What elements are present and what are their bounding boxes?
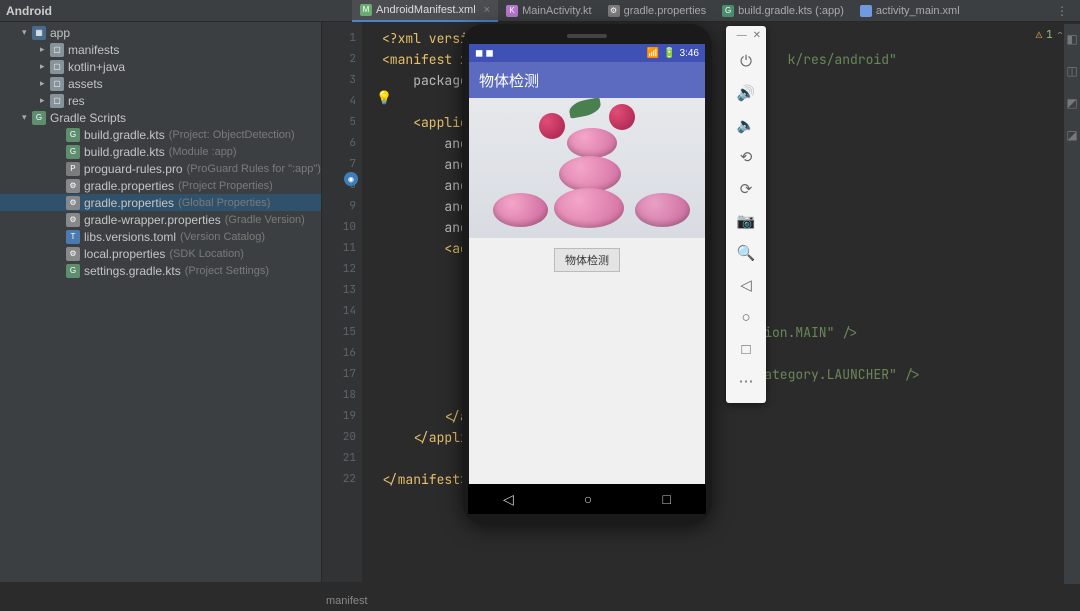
editor-tab[interactable]: Gbuild.gradle.kts (:app) xyxy=(714,0,852,22)
file-icon: ⚙ xyxy=(66,196,80,210)
project-tree: ▾▦ app ▸▢ manifests ▸▢ kotlin+java ▸▢ as… xyxy=(0,22,322,582)
close-tab-icon[interactable]: × xyxy=(484,4,490,16)
right-tool-stripe: ◧ ◫ ◩ ◪ xyxy=(1064,24,1080,584)
zoom-icon[interactable]: 🔍 xyxy=(726,237,766,269)
home-icon[interactable]: ○ xyxy=(726,301,766,333)
file-icon: ⚙ xyxy=(66,213,80,227)
tree-file[interactable]: Tlibs.versions.toml(Version Catalog) xyxy=(0,228,321,245)
file-icon: ⚙ xyxy=(66,179,80,193)
camera-icon[interactable]: 📷 xyxy=(726,205,766,237)
app-title: 物体检测 xyxy=(479,70,539,91)
tree-kotlinjava[interactable]: ▸▢ kotlin+java xyxy=(0,58,321,75)
chevron-up-icon[interactable]: ⌃ xyxy=(1057,28,1064,42)
volume-up-icon[interactable]: 🔊 xyxy=(726,77,766,109)
tree-gradle-scripts[interactable]: ▾G Gradle Scripts xyxy=(0,109,321,126)
minimize-icon[interactable]: — xyxy=(737,30,747,41)
tool-icon[interactable]: ◫ xyxy=(1066,64,1077,78)
file-icon: G xyxy=(66,264,80,278)
tree-res[interactable]: ▸▢ res xyxy=(0,92,321,109)
file-icon: G xyxy=(66,128,80,142)
tree-file[interactable]: Gsettings.gradle.kts(Project Settings) xyxy=(0,262,321,279)
tree-file[interactable]: ⚙gradle.properties(Project Properties) xyxy=(0,177,321,194)
rotate-right-icon[interactable]: ⟳ xyxy=(726,173,766,205)
warning-icon[interactable]: ⚠ xyxy=(1036,28,1043,42)
breadcrumb[interactable]: manifest xyxy=(326,595,368,607)
tree-file[interactable]: ⚙gradle-wrapper.properties(Gradle Versio… xyxy=(0,211,321,228)
tool-icon[interactable]: ◩ xyxy=(1066,96,1077,110)
nav-overview-icon[interactable]: □ xyxy=(662,491,670,507)
status-time: 3:46 xyxy=(680,48,699,59)
tree-file[interactable]: Gbuild.gradle.kts(Project: ObjectDetecti… xyxy=(0,126,321,143)
warning-count: 1 xyxy=(1046,28,1053,42)
file-icon: M xyxy=(360,4,372,16)
file-icon xyxy=(860,5,872,17)
more-menu-icon[interactable]: ⋮ xyxy=(1050,4,1074,18)
editor-tab[interactable]: activity_main.xml xyxy=(852,0,968,22)
bulb-icon[interactable]: 💡 xyxy=(376,89,392,106)
emulator-screen[interactable]: ◼◼ 📶 🔋 3:46 物体检测 物体检测 xyxy=(469,44,705,484)
file-icon: T xyxy=(66,230,80,244)
tree-manifests[interactable]: ▸▢ manifests xyxy=(0,41,321,58)
power-icon[interactable]: ⏻ xyxy=(726,45,766,77)
file-icon: ⚙ xyxy=(66,247,80,261)
file-icon: G xyxy=(66,145,80,159)
file-icon: ⚙ xyxy=(608,5,620,17)
back-icon[interactable]: ◁ xyxy=(726,269,766,301)
editor-tab[interactable]: MAndroidManifest.xml× xyxy=(352,0,498,22)
nav-back-icon[interactable]: ◁ xyxy=(503,491,514,508)
signal-icon: 📶 xyxy=(647,48,659,59)
android-nav-bar: ◁ ○ □ xyxy=(468,484,706,514)
emulator-window: ◼◼ 📶 🔋 3:46 物体检测 物体检测 ◁ ○ □ xyxy=(462,24,712,524)
emulator-toolbar: — ✕ ⏻🔊🔈⟲⟳📷🔍◁○□⋯ xyxy=(726,26,766,403)
close-icon[interactable]: ✕ xyxy=(753,30,761,41)
tree-app[interactable]: ▾▦ app xyxy=(0,24,321,41)
tree-assets[interactable]: ▸▢ assets xyxy=(0,75,321,92)
tool-icon[interactable]: ◧ xyxy=(1066,32,1077,46)
editor-tabs: MAndroidManifest.xml×KMainActivity.kt⚙gr… xyxy=(352,0,968,22)
editor-tab[interactable]: KMainActivity.kt xyxy=(498,0,599,22)
file-icon: P xyxy=(66,162,80,176)
tool-icon[interactable]: ◪ xyxy=(1066,128,1077,142)
top-bar: Android MAndroidManifest.xml×KMainActivi… xyxy=(0,0,1080,22)
app-image xyxy=(469,98,705,238)
overview-icon[interactable]: □ xyxy=(726,333,766,365)
app-bar: 物体检测 xyxy=(469,62,705,98)
volume-down-icon[interactable]: 🔈 xyxy=(726,109,766,141)
editor-tab[interactable]: ⚙gradle.properties xyxy=(600,0,715,22)
tree-file[interactable]: ⚙gradle.properties(Global Properties) xyxy=(0,194,321,211)
rotate-left-icon[interactable]: ⟲ xyxy=(726,141,766,173)
battery-icon: 🔋 xyxy=(663,48,675,59)
tree-file[interactable]: Pproguard-rules.pro(ProGuard Rules for "… xyxy=(0,160,321,177)
detect-button[interactable]: 物体检测 xyxy=(554,248,620,272)
status-bar: ◼◼ 📶 🔋 3:46 xyxy=(469,44,705,62)
line-gutter: 12345678910111213141516171819202122 xyxy=(322,22,362,582)
gutter-app-icon[interactable]: ◉ xyxy=(344,172,358,186)
file-icon: K xyxy=(506,5,518,17)
tree-file[interactable]: Gbuild.gradle.kts(Module :app) xyxy=(0,143,321,160)
more-icon[interactable]: ⋯ xyxy=(726,365,766,397)
nav-home-icon[interactable]: ○ xyxy=(584,491,592,507)
project-selector[interactable]: Android xyxy=(6,4,52,18)
file-icon: G xyxy=(722,5,734,17)
tree-file[interactable]: ⚙local.properties(SDK Location) xyxy=(0,245,321,262)
